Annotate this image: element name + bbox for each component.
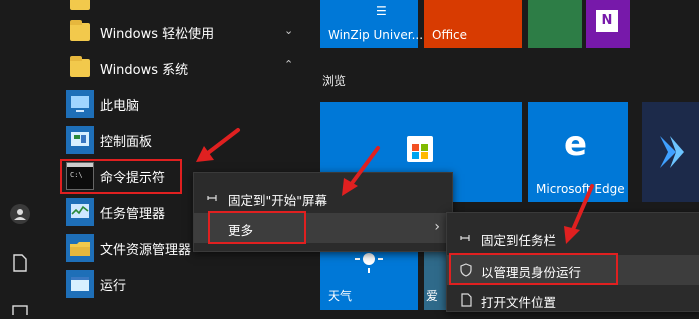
arrow-to-command-prompt — [196, 128, 594, 244]
